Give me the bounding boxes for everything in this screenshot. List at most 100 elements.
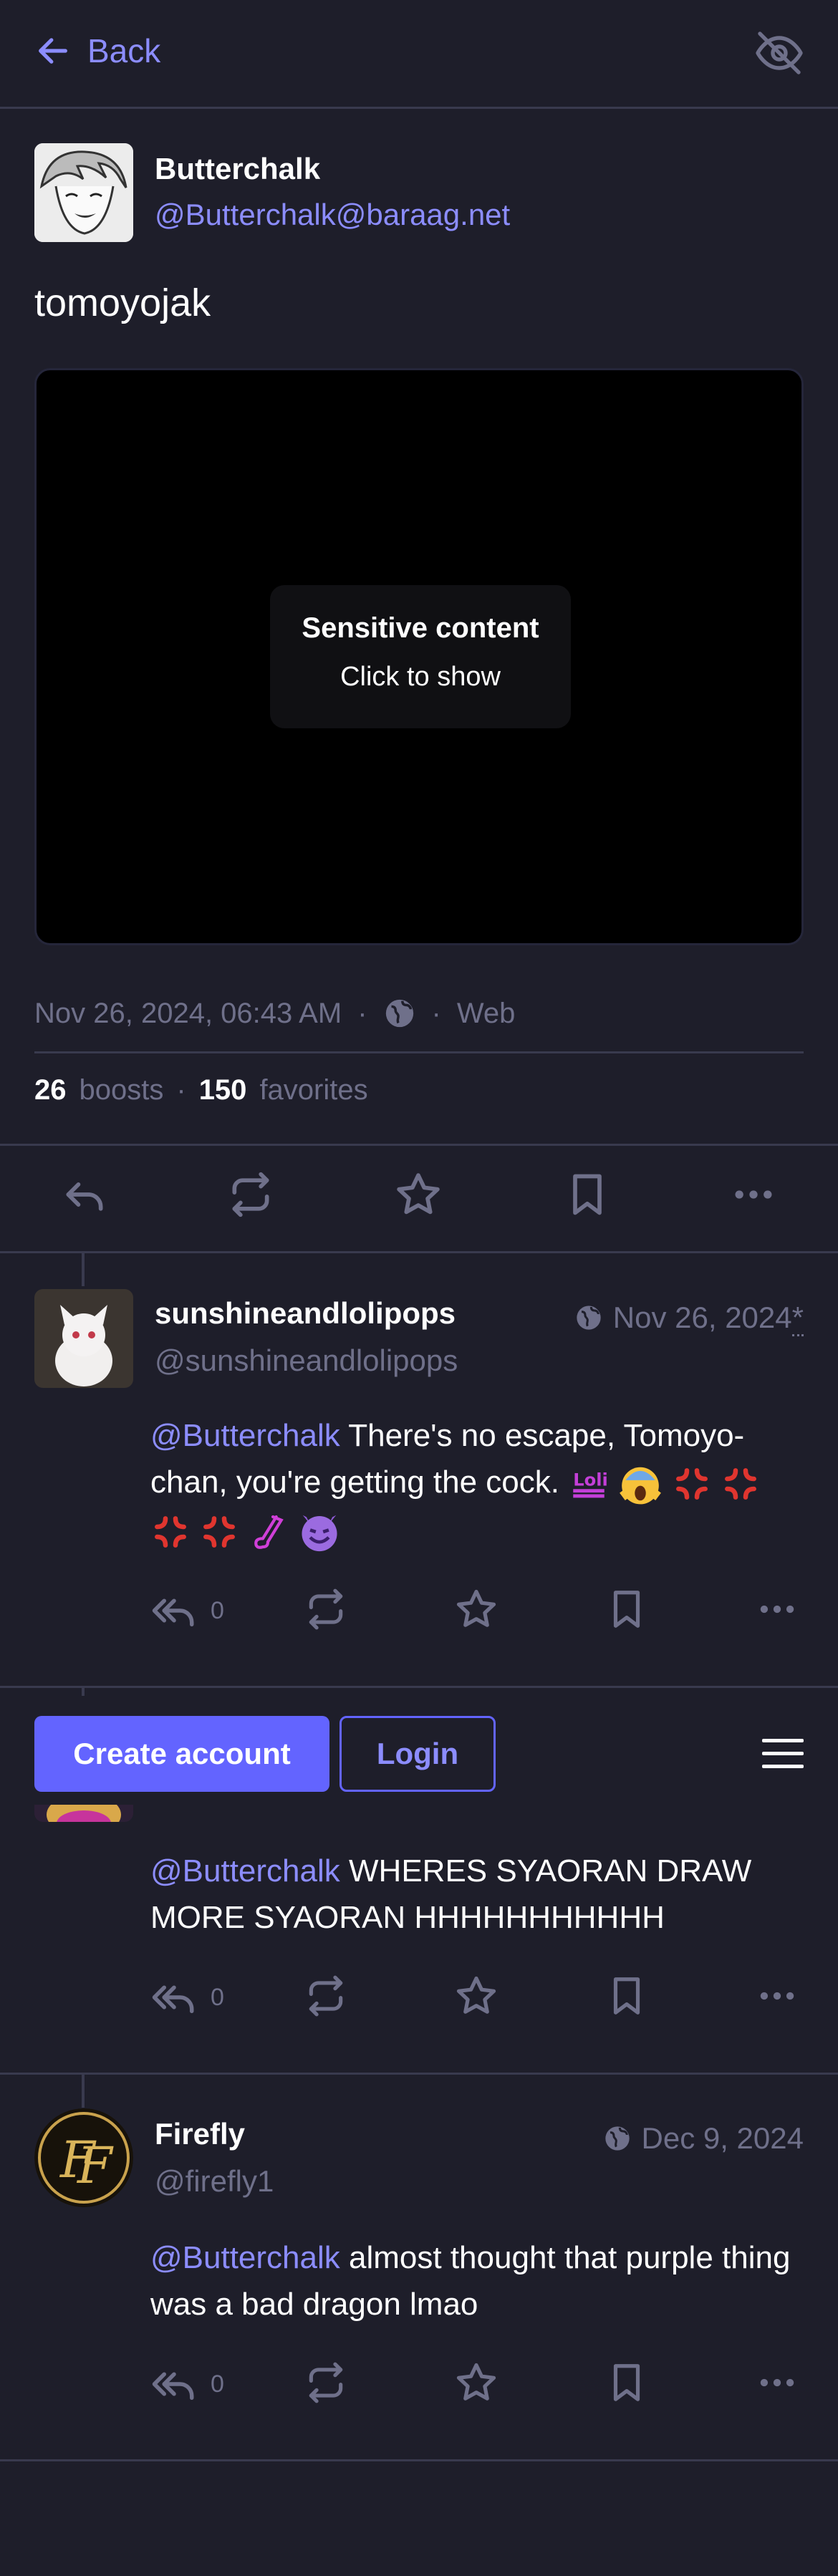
star-icon: [456, 1589, 496, 1627]
boosts-label[interactable]: boosts: [80, 1074, 164, 1106]
more-options-button[interactable]: [755, 1587, 799, 1631]
bookmark-button[interactable]: [605, 1587, 649, 1631]
avatar[interactable]: [34, 143, 133, 242]
ellipsis-icon: [760, 1992, 794, 2000]
divider: [0, 2073, 838, 2075]
mention-link[interactable]: @Butterchalk: [150, 1418, 340, 1453]
reply-all-icon: [152, 1598, 194, 1626]
divider: [0, 1686, 838, 1688]
svg-text:F: F: [76, 2136, 114, 2195]
status-counts: 26 boosts · 150 favorites: [34, 1074, 368, 1106]
ellipsis-icon: [760, 1605, 794, 1613]
boost-button[interactable]: [304, 2360, 348, 2405]
signup-bar: Create account Login: [0, 1696, 838, 1805]
anger-symbol-icon: [675, 1468, 708, 1500]
reply-action-bar: 0: [0, 2360, 838, 2418]
boosts-count: 26: [34, 1074, 67, 1106]
reply-count: 0: [211, 1596, 224, 1624]
reply-button[interactable]: [60, 1170, 109, 1219]
divider: [0, 2459, 838, 2461]
globe-icon: [605, 2126, 630, 2151]
more-options-button[interactable]: [755, 1974, 799, 2018]
anger-symbol-icon: [724, 1468, 756, 1500]
reply-account-handle[interactable]: @firefly1: [155, 2164, 274, 2199]
ellipsis-icon: [760, 2378, 794, 2387]
hamburger-menu-icon: [762, 1739, 804, 1768]
anger-symbol-icon: [203, 1515, 236, 1548]
reply-button[interactable]: 0: [150, 1974, 224, 2021]
reply-date[interactable]: Nov 26, 2024*: [574, 1301, 804, 1336]
boost-icon: [309, 1588, 343, 1630]
reply-action-bar: 0: [0, 1587, 838, 1644]
reply-content: @Butterchalk almost thought that purple …: [150, 2234, 795, 2327]
smiling-imp-emoji-icon: [302, 1515, 337, 1551]
bookmark-button[interactable]: [563, 1170, 612, 1219]
reply-account-handle[interactable]: @sunshineandlolipops: [155, 1344, 458, 1378]
reply-action-bar: 0: [0, 1974, 838, 2031]
account-handle[interactable]: @Butterchalk@baraag.net: [155, 198, 510, 232]
reply-count: 0: [211, 1983, 224, 2011]
menu-button[interactable]: [762, 1739, 804, 1769]
favorite-button[interactable]: [454, 1587, 499, 1631]
meta-separator: ·: [357, 997, 367, 1029]
globe-icon: [385, 999, 413, 1028]
mention-link[interactable]: @Butterchalk: [150, 1853, 340, 1888]
reply-date[interactable]: Dec 9, 2024: [603, 2121, 804, 2156]
star-icon: [397, 1173, 440, 1215]
edited-marker[interactable]: *: [791, 1301, 804, 1336]
star-icon: [456, 1976, 496, 2014]
star-icon: [456, 2363, 496, 2401]
loli-emoji-icon: Loli: [573, 1470, 608, 1498]
boost-button[interactable]: [226, 1170, 275, 1219]
boost-icon: [309, 2362, 343, 2403]
reply-display-name[interactable]: Firefly: [155, 2117, 245, 2151]
thread-line: [82, 1253, 85, 1286]
arrow-left-icon: [39, 38, 67, 64]
boost-icon: [232, 1172, 269, 1217]
bookmark-icon: [573, 1174, 602, 1215]
status-action-bar: [0, 1146, 838, 1252]
reply-button[interactable]: 0: [150, 2360, 224, 2408]
boost-button[interactable]: [304, 1587, 348, 1631]
globe-icon: [577, 1306, 601, 1330]
status-content: tomoyojak: [34, 281, 211, 324]
reply-button[interactable]: 0: [150, 1587, 224, 1634]
outline-emoji-icon: [254, 1515, 284, 1549]
bookmark-icon: [613, 1977, 640, 2015]
create-account-button[interactable]: Create account: [34, 1716, 329, 1792]
spoiler-title: Sensitive content: [302, 612, 539, 644]
favorite-button[interactable]: [454, 2360, 499, 2405]
display-name[interactable]: Butterchalk: [155, 152, 320, 186]
status-avatar-wrap[interactable]: [34, 143, 133, 242]
media-gallery[interactable]: Sensitive content Click to show: [34, 368, 804, 945]
bookmark-button[interactable]: [605, 1974, 649, 2018]
more-options-button[interactable]: [755, 2360, 799, 2405]
reply-icon: [66, 1182, 103, 1211]
counts-separator: ·: [176, 1074, 186, 1106]
back-button[interactable]: Back: [34, 32, 160, 70]
avatar[interactable]: F F: [34, 2108, 133, 2207]
more-options-button[interactable]: [729, 1170, 778, 1219]
favorites-label[interactable]: favorites: [259, 1074, 367, 1106]
reply-all-icon: [152, 1985, 194, 2013]
hide-media-button[interactable]: [753, 27, 805, 79]
status-date[interactable]: Nov 26, 2024, 06:43 AM: [34, 998, 342, 1030]
favorites-count: 150: [198, 1074, 247, 1106]
boost-icon: [309, 1975, 343, 2017]
reply-count: 0: [211, 2370, 224, 2398]
reply-content: @Butterchalk There's no escape, Tomoyo-c…: [150, 1412, 795, 1554]
status-meta: Nov 26, 2024, 06:43 AM · · Web: [34, 997, 515, 1030]
divider: [0, 1251, 838, 1253]
sensitive-content-reveal-button[interactable]: Sensitive content Click to show: [270, 585, 571, 728]
favorite-button[interactable]: [454, 1974, 499, 2018]
login-button[interactable]: Login: [339, 1716, 496, 1792]
favorite-button[interactable]: [394, 1170, 443, 1219]
boost-button[interactable]: [304, 1974, 348, 2018]
reply-display-name[interactable]: sunshineandlolipops: [155, 1296, 456, 1331]
reply-date-text: Dec 9, 2024: [641, 2121, 804, 2155]
mention-link[interactable]: @Butterchalk: [150, 2240, 340, 2275]
reply-content: @Butterchalk WHERES SYAORAN DRAW MORE SY…: [150, 1848, 795, 1941]
avatar[interactable]: [34, 1289, 133, 1388]
bookmark-button[interactable]: [605, 2360, 649, 2405]
reply-all-icon: [152, 2372, 194, 2400]
